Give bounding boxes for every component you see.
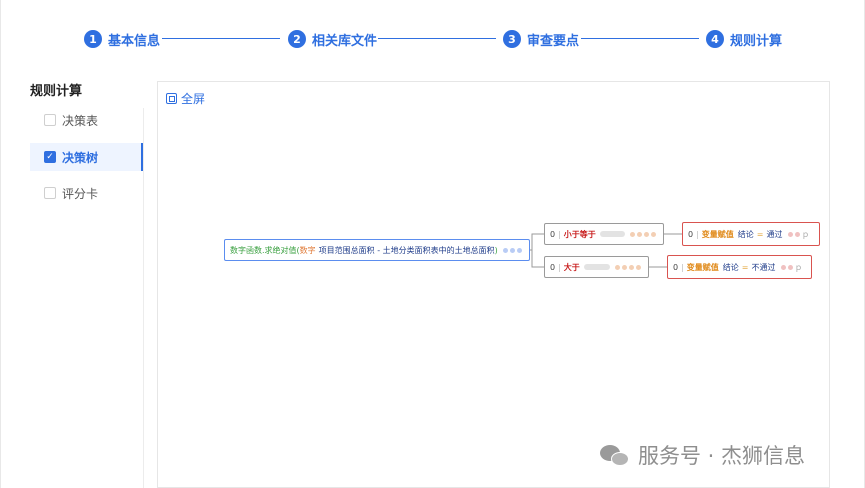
equals-sign: = bbox=[741, 262, 749, 272]
step-connector bbox=[581, 38, 699, 39]
blurred-value bbox=[583, 264, 610, 270]
tree-condition-node[interactable]: 0 | 小于等于 bbox=[544, 223, 664, 245]
step-1[interactable]: 1 基本信息 bbox=[84, 28, 160, 50]
step-label: 规则计算 bbox=[730, 33, 783, 49]
step-number: 3 bbox=[503, 30, 521, 48]
tree-condition-node[interactable]: 0 | 大于 bbox=[544, 256, 649, 278]
separator: | bbox=[558, 229, 561, 239]
sidebar-item-decision-table[interactable]: 决策表 bbox=[30, 106, 143, 134]
action-label: 变量赋值 bbox=[686, 262, 719, 272]
sidebar-item-label: 决策树 bbox=[62, 150, 99, 165]
condition-operator: 大于 bbox=[563, 262, 580, 272]
separator: | bbox=[558, 262, 561, 272]
separator: | bbox=[696, 229, 699, 239]
truncated-text: ｐ bbox=[794, 262, 803, 272]
tree-connectors bbox=[523, 233, 682, 268]
function-close: ) bbox=[494, 245, 498, 255]
wechat-icon bbox=[600, 443, 630, 467]
more-icon[interactable] bbox=[787, 231, 802, 237]
step-connector bbox=[378, 38, 496, 39]
sidebar-item-label: 决策表 bbox=[62, 113, 99, 128]
step-connector bbox=[162, 38, 280, 39]
result-value: 通过 bbox=[766, 229, 783, 239]
sidebar-item-scorecard[interactable]: 评分卡 bbox=[30, 179, 143, 207]
more-icon[interactable] bbox=[502, 247, 524, 253]
checkbox-icon[interactable] bbox=[44, 187, 56, 199]
tree-leaf-node[interactable]: 0 | 变量赋值 结论 = 不通过 ｐ bbox=[667, 255, 812, 279]
node-index: 0 bbox=[550, 262, 556, 272]
step-number: 2 bbox=[288, 30, 306, 48]
arg-type: 数字 bbox=[299, 245, 316, 255]
action-label: 变量赋值 bbox=[701, 229, 734, 239]
variable-name: 结论 bbox=[722, 262, 739, 272]
decision-tree-canvas[interactable]: 全屏 数字函数.求绝对值( 数字 项目范围总面积 - 土地分类面积表中的土地总面… bbox=[157, 81, 830, 488]
sidebar-item-decision-tree[interactable]: ✓ 决策树 bbox=[30, 143, 143, 171]
step-number: 1 bbox=[84, 30, 102, 48]
function-name: 数字函数.求绝对值( bbox=[230, 245, 300, 255]
truncated-text: ｐ bbox=[801, 229, 810, 239]
tree-root-node[interactable]: 数字函数.求绝对值( 数字 项目范围总面积 - 土地分类面积表中的土地总面积 ) bbox=[224, 239, 530, 261]
sidebar-divider bbox=[143, 108, 144, 488]
step-label: 相关库文件 bbox=[312, 33, 378, 49]
step-4[interactable]: 4 规则计算 bbox=[706, 28, 782, 50]
step-label: 基本信息 bbox=[108, 33, 161, 49]
step-label: 审查要点 bbox=[527, 33, 580, 49]
step-3[interactable]: 3 审查要点 bbox=[503, 28, 579, 50]
separator: | bbox=[681, 262, 684, 272]
watermark: 服务号 · 杰狮信息 bbox=[600, 440, 805, 470]
checkbox-icon[interactable] bbox=[44, 114, 56, 126]
sidebar-title: 规则计算 bbox=[30, 84, 83, 99]
equals-sign: = bbox=[756, 229, 764, 239]
arg-expression: 项目范围总面积 - 土地分类面积表中的土地总面积 bbox=[318, 245, 495, 255]
node-index: 0 bbox=[550, 229, 556, 239]
blurred-value bbox=[599, 231, 625, 237]
more-icon[interactable] bbox=[780, 264, 795, 270]
watermark-text: 服务号 · 杰狮信息 bbox=[638, 444, 806, 468]
step-2[interactable]: 2 相关库文件 bbox=[288, 28, 377, 50]
more-icon[interactable] bbox=[615, 264, 643, 270]
checkbox-checked-icon[interactable]: ✓ bbox=[44, 151, 56, 163]
condition-operator: 小于等于 bbox=[563, 229, 596, 239]
result-value: 不通过 bbox=[751, 262, 776, 272]
more-icon[interactable] bbox=[630, 231, 658, 237]
sidebar-item-label: 评分卡 bbox=[62, 186, 99, 201]
variable-name: 结论 bbox=[737, 229, 754, 239]
tree-leaf-node[interactable]: 0 | 变量赋值 结论 = 通过 ｐ bbox=[682, 222, 820, 246]
node-index: 0 bbox=[673, 262, 679, 272]
step-number: 4 bbox=[706, 30, 724, 48]
node-index: 0 bbox=[688, 229, 694, 239]
